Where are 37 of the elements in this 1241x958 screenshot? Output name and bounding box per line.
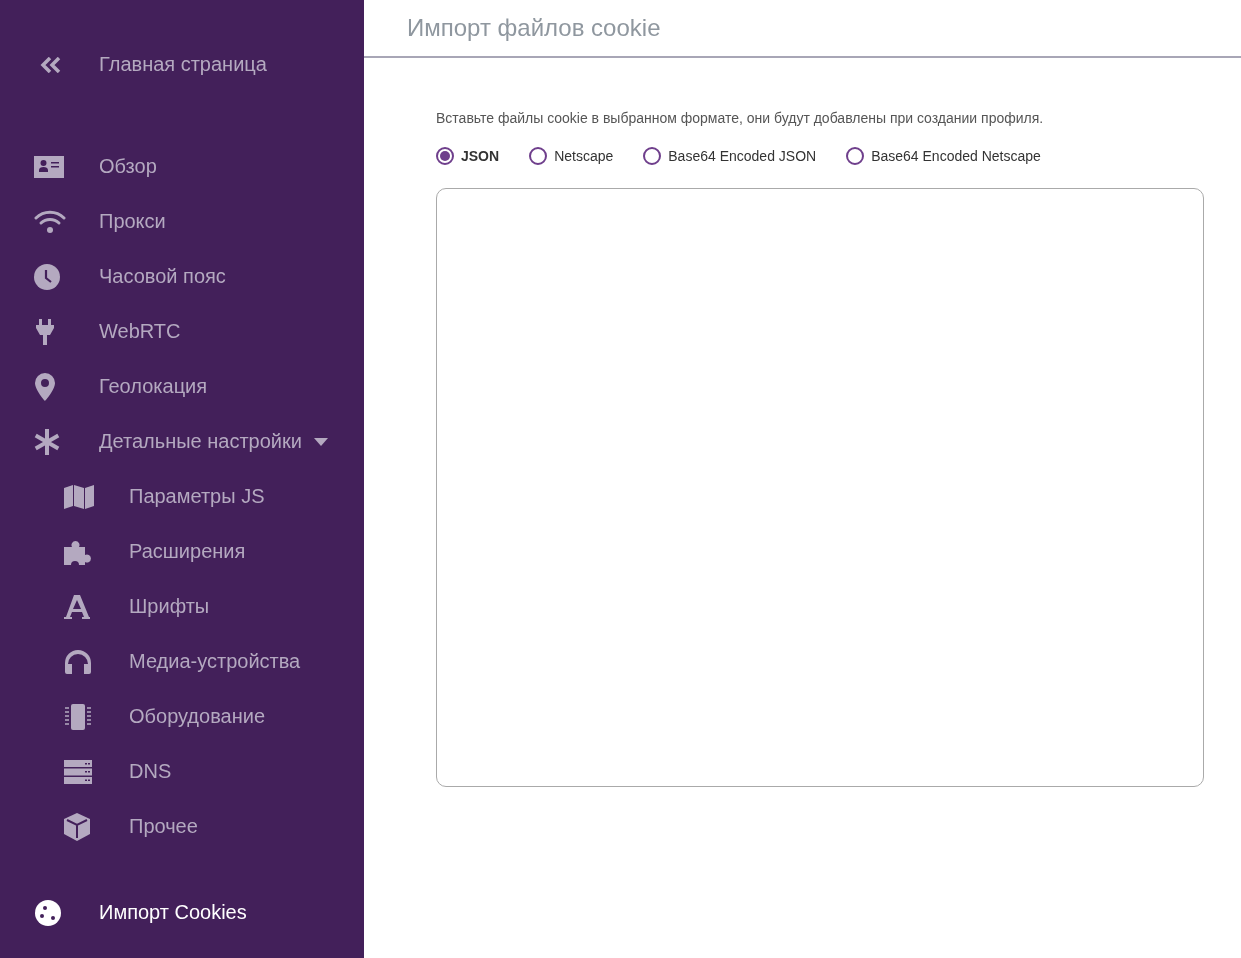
description-text: Вставьте файлы cookie в выбранном формате, они будут добавлены при создании профиля.: [436, 110, 1045, 126]
cube-icon: [64, 812, 90, 841]
sidebar-item[interactable]: WebRTC: [0, 304, 364, 359]
sidebar-subitem[interactable]: Прочее: [0, 799, 364, 854]
format-radio[interactable]: JSON: [436, 147, 500, 165]
sidebar-subitem[interactable]: Медиа-устройства: [0, 634, 364, 689]
chip-icon: [64, 703, 92, 730]
asterisk-icon: [34, 428, 60, 455]
clock-icon: [34, 263, 60, 290]
wifi-icon: [34, 209, 66, 234]
contact-card-icon: [34, 155, 64, 178]
double-chevron-left-icon: [40, 56, 62, 73]
sidebar-item[interactable]: Прокси: [0, 194, 364, 249]
headphones-icon: [64, 649, 92, 674]
sidebar-item[interactable]: Обзор: [0, 139, 364, 194]
sidebar-item[interactable]: Часовой пояс: [0, 249, 364, 304]
plug-icon: [34, 318, 56, 345]
format-radio[interactable]: Base64 Encoded Netscape: [846, 147, 1041, 165]
cookie-input-field[interactable]: [436, 188, 1204, 787]
map-pin-icon: [34, 372, 56, 401]
sidebar-subitem[interactable]: DNS: [0, 744, 364, 799]
home-link[interactable]: Главная страница: [0, 42, 364, 87]
format-radio[interactable]: Netscape: [529, 147, 614, 165]
map-icon: [64, 484, 94, 509]
sidebar-item[interactable]: Детальные настройки: [0, 414, 364, 469]
sidebar-subitem[interactable]: Оборудование: [0, 689, 364, 744]
sidebar-subitem[interactable]: Шрифты: [0, 579, 364, 634]
sidebar-subitem[interactable]: Параметры JS: [0, 469, 364, 524]
letter-a-icon: [64, 594, 90, 619]
sidebar-item[interactable]: Импорт Cookies: [0, 885, 364, 940]
format-radio[interactable]: Base64 Encoded JSON: [643, 147, 817, 165]
server-stack-icon: [64, 759, 92, 784]
sidebar-item[interactable]: Геолокация: [0, 359, 364, 414]
page-title: Импорт файлов cookie: [364, 0, 1241, 58]
puzzle-piece-icon: [64, 538, 94, 565]
sidebar-subitem[interactable]: Расширения: [0, 524, 364, 579]
cookie-icon: [34, 898, 62, 927]
